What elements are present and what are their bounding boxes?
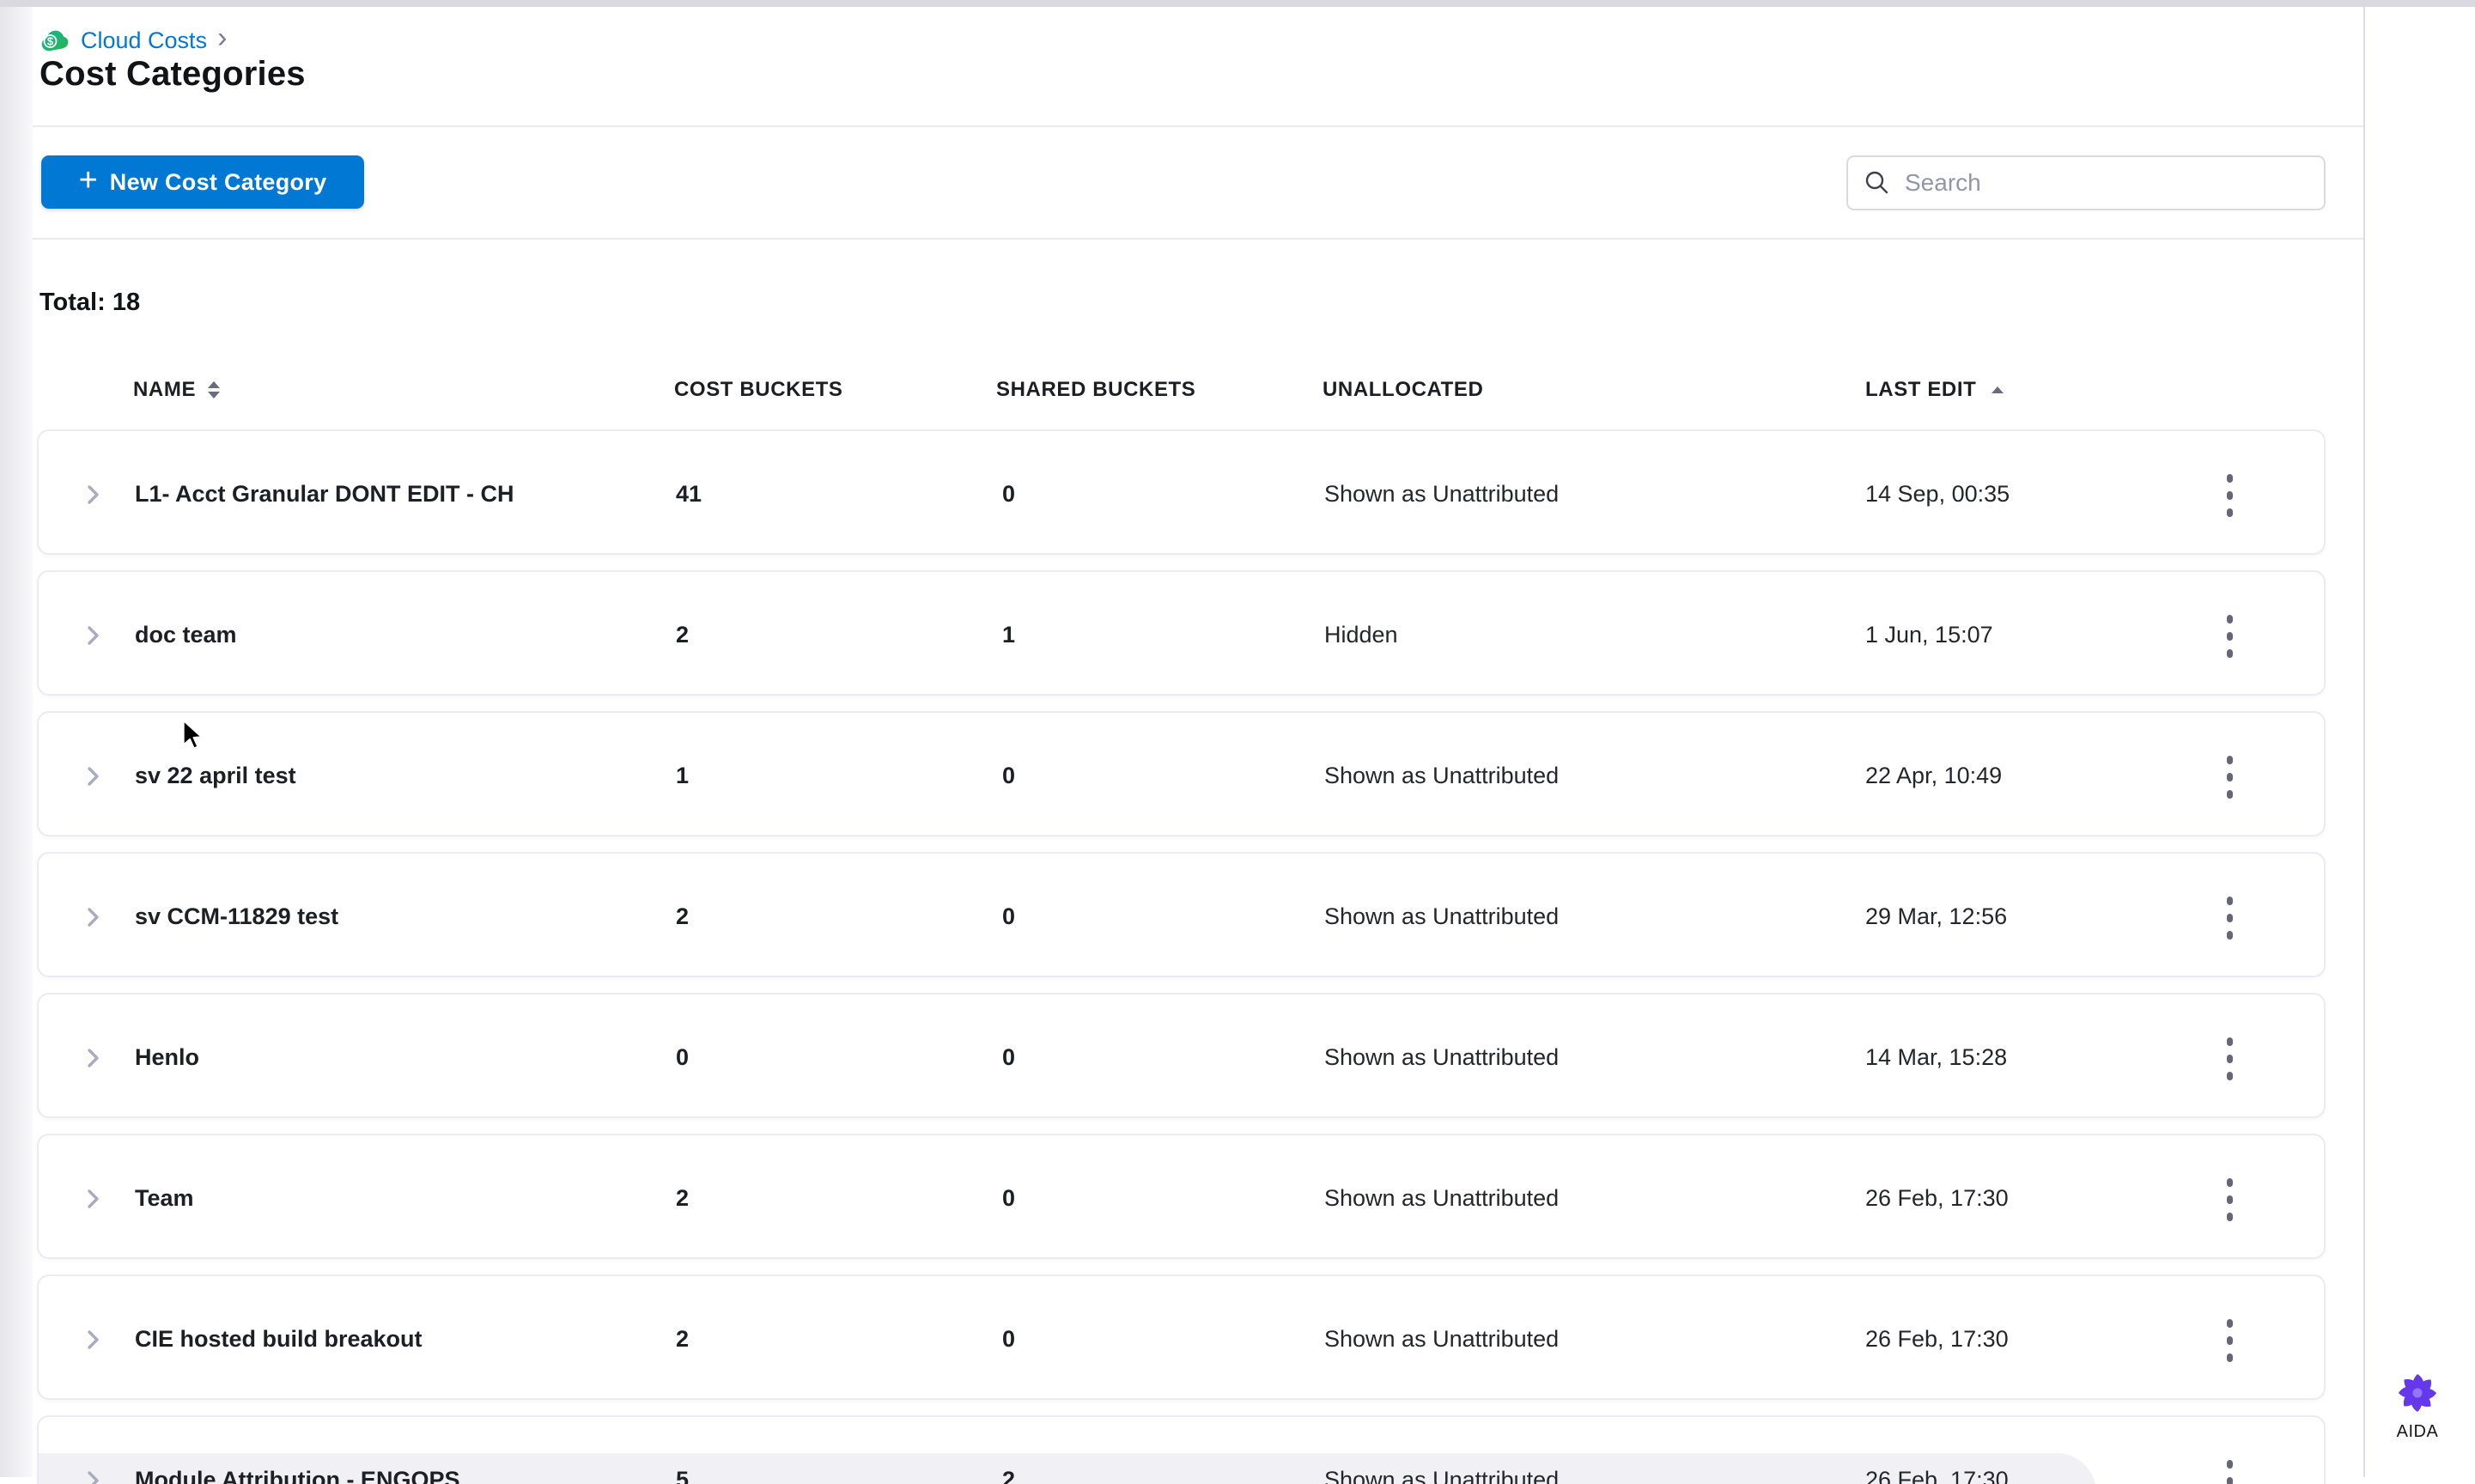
svg-text:$: $	[47, 35, 54, 48]
row-cost-buckets: 0	[676, 1044, 690, 1070]
row-menu-kebab-icon[interactable]	[2217, 1177, 2242, 1223]
total-label: Total:	[40, 289, 106, 316]
table-row[interactable]: doc team 2 1 Hidden 1 Jun, 15:07	[37, 570, 2326, 696]
row-last-edit: 14 Mar, 15:28	[1865, 1044, 2008, 1070]
table-row[interactable]: CIE hosted build breakout 2 0 Shown as U…	[37, 1274, 2326, 1400]
row-cost-buckets: 2	[676, 1185, 690, 1211]
row-menu-kebab-icon[interactable]	[2217, 1317, 2242, 1364]
column-header-shared-buckets[interactable]: SHARED BUCKETS	[996, 378, 1195, 402]
table-row[interactable]: Module Attribution - ENGOPS 5 2 Shown as…	[37, 1415, 2326, 1484]
search-input[interactable]	[1903, 168, 2308, 198]
new-cost-category-label: New Cost Category	[109, 168, 327, 195]
sort-both-icon[interactable]	[208, 381, 221, 398]
table-row[interactable]: Team 2 0 Shown as Unattributed 26 Feb, 1…	[37, 1134, 2326, 1259]
row-last-edit: 1 Jun, 15:07	[1865, 622, 1993, 648]
column-header-last-edit[interactable]: LAST EDIT	[1865, 378, 2004, 402]
new-cost-category-button[interactable]: + New Cost Category	[41, 155, 364, 209]
row-menu-kebab-icon[interactable]	[2217, 472, 2242, 519]
row-name: sv CCM-11829 test	[135, 903, 339, 929]
breadcrumb-chevron-icon: ›	[217, 21, 228, 54]
aida-label: AIDA	[2396, 1422, 2439, 1441]
row-unallocated: Shown as Unattributed	[1324, 1326, 1560, 1352]
row-shared-buckets: 1	[1002, 622, 1016, 648]
row-unallocated: Shown as Unattributed	[1324, 481, 1560, 507]
row-shared-buckets: 0	[1002, 763, 1016, 788]
row-shared-buckets: 0	[1002, 481, 1016, 507]
row-unallocated: Shown as Unattributed	[1324, 1185, 1560, 1211]
expand-chevron-icon[interactable]	[83, 1046, 102, 1074]
table-row[interactable]: L1- Acct Granular DONT EDIT - CH 41 0 Sh…	[37, 429, 2326, 555]
plus-icon: +	[78, 162, 98, 198]
mouse-cursor	[179, 718, 208, 757]
row-unallocated: Hidden	[1324, 622, 1398, 648]
row-name: Team	[135, 1185, 194, 1211]
row-last-edit: 14 Sep, 00:35	[1865, 481, 2010, 507]
row-menu-kebab-icon[interactable]	[2217, 754, 2242, 800]
row-last-edit: 26 Feb, 17:30	[1865, 1467, 2009, 1484]
search-box[interactable]	[1846, 155, 2326, 210]
row-last-edit: 26 Feb, 17:30	[1865, 1185, 2009, 1211]
column-header-unallocated[interactable]: UNALLOCATED	[1323, 378, 1483, 402]
table-row[interactable]: sv 22 april test 1 0 Shown as Unattribut…	[37, 711, 2326, 836]
search-icon	[1864, 169, 1891, 197]
total-count: Total: 18	[40, 289, 140, 317]
expand-chevron-icon[interactable]	[83, 1187, 102, 1215]
row-shared-buckets: 0	[1002, 1326, 1016, 1352]
cloud-costs-icon: $	[40, 28, 70, 52]
left-edge-gutter	[0, 7, 33, 1477]
row-cost-buckets: 1	[676, 763, 690, 788]
table-row[interactable]: sv CCM-11829 test 2 0 Shown as Unattribu…	[37, 852, 2326, 977]
total-value: 18	[112, 289, 141, 316]
row-name: doc team	[135, 622, 237, 648]
page-title: Cost Categories	[40, 55, 306, 93]
column-header-name[interactable]: NAME	[133, 378, 221, 402]
row-shared-buckets: 0	[1002, 903, 1016, 929]
row-last-edit: 29 Mar, 12:56	[1865, 903, 2008, 929]
row-menu-kebab-icon[interactable]	[2217, 1036, 2242, 1082]
toolbar-divider	[33, 238, 2363, 240]
breadcrumb: $ Cloud Costs ›	[40, 21, 228, 57]
row-cost-buckets: 2	[676, 622, 690, 648]
row-cost-buckets: 41	[676, 481, 702, 507]
expand-chevron-icon[interactable]	[83, 623, 102, 652]
row-cost-buckets: 2	[676, 903, 690, 929]
row-name: Henlo	[135, 1044, 200, 1070]
column-header-cost-buckets[interactable]: COST BUCKETS	[674, 378, 843, 402]
row-unallocated: Shown as Unattributed	[1324, 903, 1560, 929]
expand-chevron-icon[interactable]	[83, 905, 102, 934]
row-unallocated: Shown as Unattributed	[1324, 763, 1560, 788]
row-last-edit: 22 Apr, 10:49	[1865, 763, 2003, 788]
row-cost-buckets: 2	[676, 1326, 690, 1352]
expand-chevron-icon[interactable]	[83, 1469, 102, 1484]
row-name: sv 22 april test	[135, 763, 296, 788]
row-shared-buckets: 2	[1002, 1467, 1016, 1484]
row-menu-kebab-icon[interactable]	[2217, 895, 2242, 941]
row-name: CIE hosted build breakout	[135, 1326, 423, 1352]
row-menu-kebab-icon[interactable]	[2217, 613, 2242, 660]
row-shared-buckets: 0	[1002, 1044, 1016, 1070]
table-header: NAME COST BUCKETS SHARED BUCKETS UNALLOC…	[33, 374, 2363, 409]
main-content-panel: $ Cloud Costs › Cost Categories + New Co…	[33, 7, 2365, 1484]
row-last-edit: 26 Feb, 17:30	[1865, 1326, 2009, 1352]
aida-flower-icon	[2395, 1371, 2440, 1415]
expand-chevron-icon[interactable]	[83, 483, 102, 511]
row-name: L1- Acct Granular DONT EDIT - CH	[135, 481, 514, 507]
row-unallocated: Shown as Unattributed	[1324, 1467, 1560, 1484]
row-menu-kebab-icon[interactable]	[2217, 1458, 2242, 1484]
aida-assistant-button[interactable]: AIDA	[2387, 1371, 2448, 1442]
row-shared-buckets: 0	[1002, 1185, 1016, 1211]
expand-chevron-icon[interactable]	[83, 764, 102, 793]
breadcrumb-link-cloud-costs[interactable]: Cloud Costs	[81, 27, 207, 54]
row-unallocated: Shown as Unattributed	[1324, 1044, 1560, 1070]
sort-ascending-icon	[1992, 386, 2004, 393]
expand-chevron-icon[interactable]	[83, 1328, 102, 1356]
row-name: Module Attribution - ENGOPS	[135, 1467, 460, 1484]
top-scrollbar-track	[0, 0, 2475, 7]
header-divider	[33, 125, 2363, 127]
table-row[interactable]: Henlo 0 0 Shown as Unattributed 14 Mar, …	[37, 993, 2326, 1118]
row-cost-buckets: 5	[676, 1467, 690, 1484]
